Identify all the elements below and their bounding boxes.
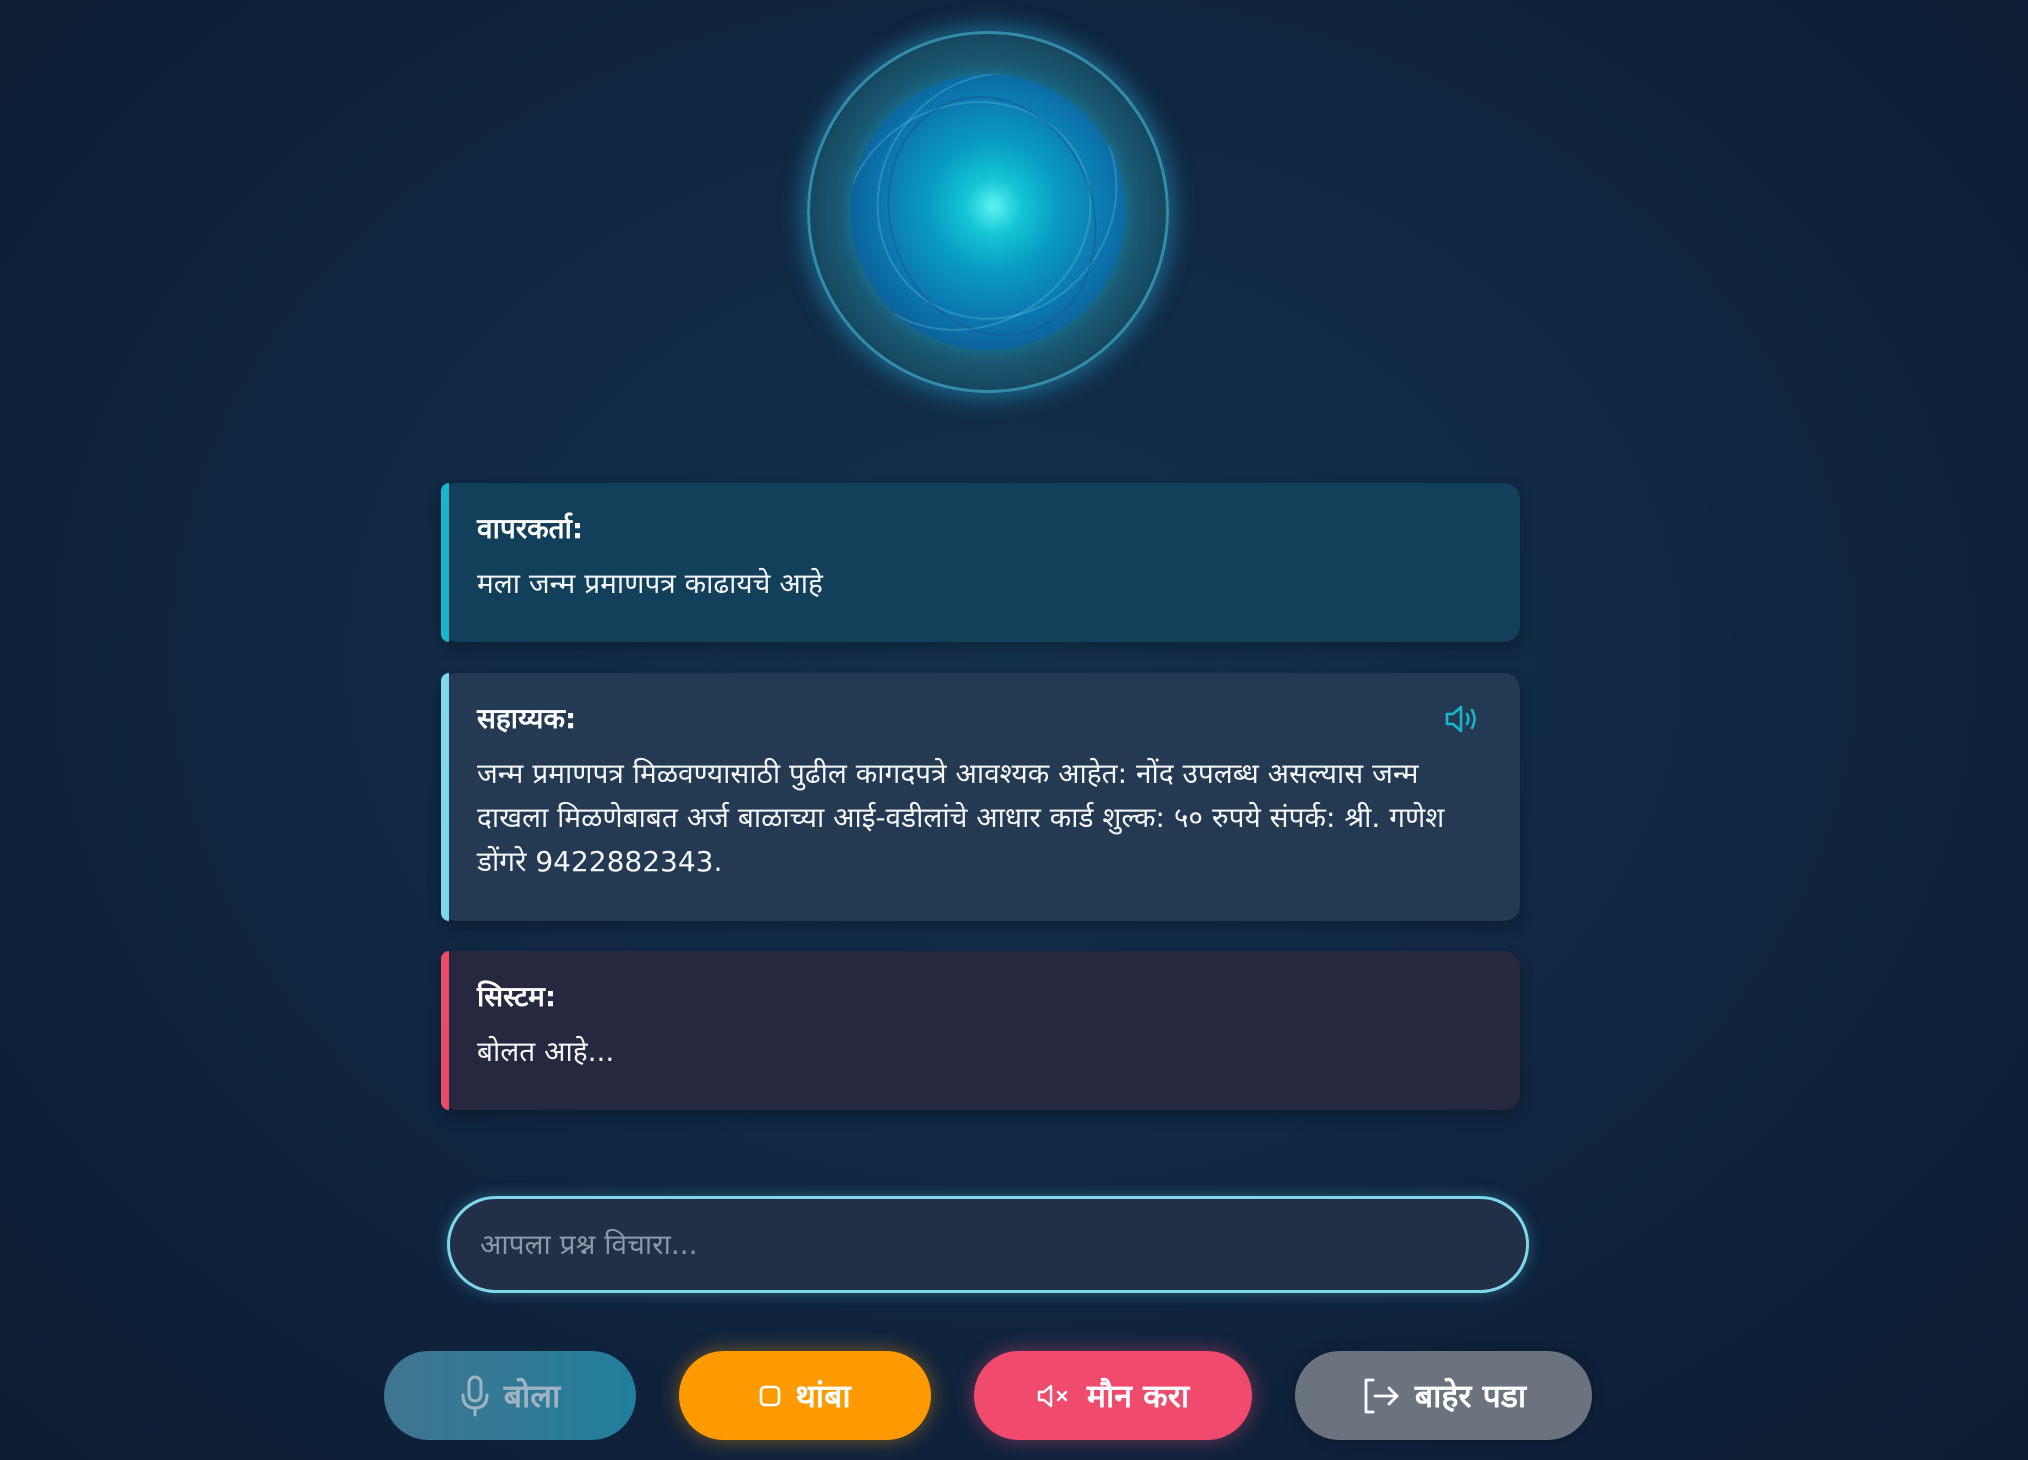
user-message: वापरकर्ता: मला जन्म प्रमाणपत्र काढायचे आ… [441, 483, 1520, 642]
assistant-message: सहाय्यक: जन्म प्रमाणपत्र मिळवण्यासाठी पु… [441, 673, 1520, 921]
exit-button-label: बाहेर पडा [1414, 1377, 1527, 1415]
logout-icon [1364, 1378, 1399, 1413]
microphone-icon [461, 1375, 489, 1416]
system-message: सिस्टम: बोलत आहे... [441, 951, 1520, 1110]
system-message-text: बोलत आहे... [477, 1035, 615, 1069]
assistant-message-text: जन्म प्रमाणपत्र मिळवण्यासाठी पुढील कागदप… [477, 757, 1445, 879]
stop-button-label: थांबा [795, 1377, 851, 1415]
speaker-icon[interactable] [1444, 703, 1482, 735]
user-message-label: वापरकर्ता: [477, 512, 584, 545]
exit-button[interactable]: बाहेर पडा [1295, 1351, 1592, 1440]
mute-icon [1037, 1384, 1068, 1407]
speak-button[interactable]: बोला [384, 1351, 636, 1440]
assistant-message-label: सहाय्यक: [477, 702, 577, 735]
speak-button-label: बोला [503, 1377, 561, 1415]
assistant-orb [807, 31, 1169, 393]
mute-button-label: मौन करा [1086, 1377, 1190, 1415]
mute-button[interactable]: मौन करा [974, 1351, 1252, 1440]
orb-core [850, 74, 1126, 350]
question-input[interactable] [447, 1196, 1529, 1293]
stop-button[interactable]: थांबा [679, 1351, 931, 1440]
user-message-text: मला जन्म प्रमाणपत्र काढायचे आहे [477, 567, 823, 601]
stop-square-icon [760, 1385, 781, 1406]
system-message-label: सिस्टम: [477, 980, 557, 1013]
